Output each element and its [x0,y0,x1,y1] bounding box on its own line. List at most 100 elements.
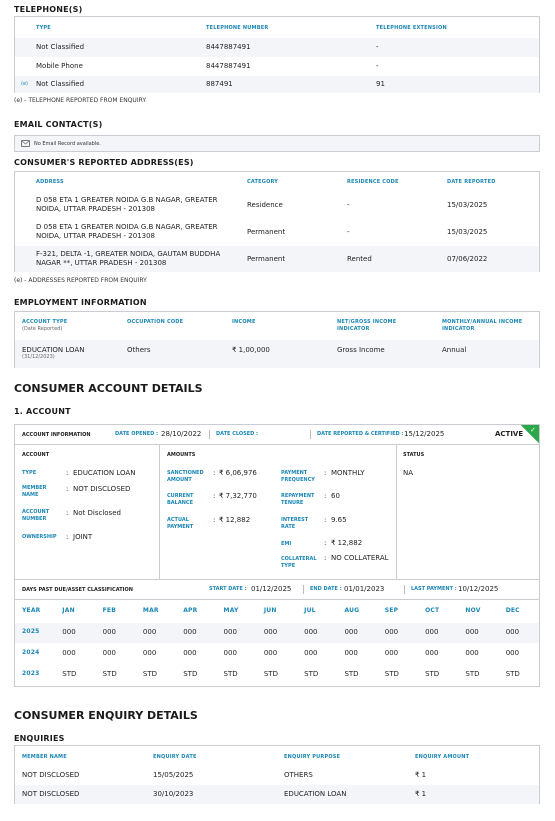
email-title: EMAIL CONTACT(S) [14,120,103,129]
employment-table: ACCOUNT TYPE (Date Reported) OCCUPATION … [14,311,540,368]
dpd-cell: STD [223,670,238,678]
emp-monthly-annual: Annual [442,346,467,354]
addresses-note: (e) - ADDRESSES REPORTED FROM ENQUIRY [14,277,147,284]
field-value: ₹ 7,32,770 [219,492,257,500]
enq-member: NOT DISCLOSED [22,790,80,798]
emp-date: (31/12/2023) [22,354,55,360]
table-row: D 058 ETA 1 GREATER NOIDA G.B NAGAR, GRE… [15,192,539,219]
table-row: EDUCATION LOAN (31/12/2023) Others ₹ 1,0… [15,340,539,368]
email-icon [21,140,30,147]
dpd-last-label: LAST PAYMENT : [411,586,457,592]
field-value: NO COLLATERAL [331,554,389,562]
account-card: ACCOUNT INFORMATION DATE OPENED : 28/10/… [14,424,540,687]
addr-date: 07/06/2022 [447,255,488,263]
dpd-cell: STD [304,670,319,678]
tel-ext: 91 [376,80,385,88]
amounts-col-title: AMOUNTS [167,452,196,458]
dpd-end-value: 01/01/2023 [344,585,385,593]
dpd-cell: 000 [304,628,318,636]
dpd-grid: YEAR JAN FEB MAR APR MAY JUN JUL AUG SEP OCT NOV DEC… [15,600,539,686]
dpd-month-header: NOV [465,607,481,614]
dpd-cell: STD [62,670,77,678]
account-details-title: CONSUMER ACCOUNT DETAILS [14,382,203,395]
enq-purpose: OTHERS [284,771,313,779]
dpd-cell: 000 [384,628,399,636]
enq-header-purpose: ENQUIRY PURPOSE [284,754,341,760]
dpd-end-label: END DATE : [310,586,342,592]
emp-occupation: Others [127,346,151,354]
dpd-cell: STD [425,670,440,678]
dpd-cell: STD [263,670,278,678]
table-row: NOT DISCLOSED 30/10/2023 EDUCATION LOAN … [15,785,539,804]
dpd-cell: 000 [263,628,278,636]
field-label: MEMBER NAME [22,485,47,498]
date-opened-label: DATE OPENED : [115,431,159,437]
addr-code: - [347,228,350,236]
account-col-title: ACCOUNT [22,452,50,458]
emp-header-monthly-annual: MONTHLY/ANNUAL INCOME INDICATOR [442,319,523,332]
employment-title: EMPLOYMENT INFORMATION [14,298,147,307]
dpd-cell: 000 [142,649,157,657]
enq-purpose: EDUCATION LOAN [284,790,347,798]
dpd-cell: 000 [465,628,479,636]
field-value: Not Disclosed [73,509,121,517]
enq-header-amount: ENQUIRY AMOUNT [415,754,470,760]
enquiry-table: MEMBER NAME ENQUIRY DATE ENQUIRY PURPOSE… [14,745,540,804]
status-col-title: STATUS [403,452,425,458]
divider [209,430,210,439]
dpd-cell: 000 [62,628,76,636]
dpd-month-header: JAN [62,607,75,614]
divider [404,585,405,594]
dpd-cell: 000 [62,649,76,657]
table-row: F-321, DELTA -1, GREATER NOIDA, GAUTAM B… [15,246,539,272]
telephones-note: (e) - TELEPHONE REPORTED FROM ENQUIRY [14,97,147,104]
email-message: No Email Record available. [34,141,101,147]
emp-income: ₹ 1,00,000 [232,346,270,354]
enq-header-member: MEMBER NAME [22,754,67,760]
addr-category: Permanent [247,255,286,263]
dpd-year: 2024 [22,649,40,656]
dpd-year-header: YEAR [22,607,41,614]
dpd-cell: STD [384,670,399,678]
field-value: ₹ 12,882 [331,539,363,547]
dpd-month-header: MAY [223,607,239,614]
addr-header-code: RESIDENCE CODE [347,179,399,185]
emp-header-net-gross: NET/GROSS INCOME INDICATOR [337,319,397,332]
divider [303,585,304,594]
dpd-cell: 000 [384,649,399,657]
account-panels: ACCOUNT AMOUNTS STATUS TYPE : EDUCATION … [15,445,539,579]
field-value: MONTHLY [331,469,365,477]
enquiry-marker: (e) [21,81,28,87]
dpd-cell: 000 [223,649,237,657]
dpd-cell: STD [183,670,198,678]
enq-header-date: ENQUIRY DATE [153,754,197,760]
emp-account-type: EDUCATION LOAN [22,346,85,354]
field-label: INTEREST RATE [281,517,309,530]
addr-date: 15/03/2025 [447,228,488,236]
dpd-cell: 000 [223,628,237,636]
dpd-cell: 000 [183,628,197,636]
date-reported-value: 15/12/2025 [404,430,445,438]
table-row: NOT DISCLOSED 15/05/2025 OTHERS ₹ 1 [15,766,539,785]
dpd-start-value: 01/12/2025 [251,585,292,593]
dpd-month-header: AUG [344,607,360,614]
field-label: REPAYMENT TENURE [281,493,315,506]
field-value: 60 [331,492,340,500]
dpd-month-header: JUN [263,607,277,614]
dpd-cell: STD [465,670,480,678]
dpd-cell: 000 [344,628,358,636]
dpd-month-header: APR [183,607,198,614]
field-value: NOT DISCLOSED [73,485,131,493]
dpd-cell: 000 [465,649,479,657]
dpd-cell: 000 [102,628,116,636]
addr-address: F-321, DELTA -1, GREATER NOIDA, GAUTAM B… [36,250,221,267]
addr-address: D 058 ETA 1 GREATER NOIDA G.B NAGAR, GRE… [36,223,218,240]
emp-header-date-reported: (Date Reported) [22,326,63,332]
divider [310,430,311,439]
dpd-cell: 000 [425,649,439,657]
divider [396,445,397,579]
emp-header-account-type: ACCOUNT TYPE [22,319,68,325]
date-opened-value: 28/10/2022 [161,430,202,438]
check-icon: ✓ [530,426,536,434]
divider [159,445,160,579]
